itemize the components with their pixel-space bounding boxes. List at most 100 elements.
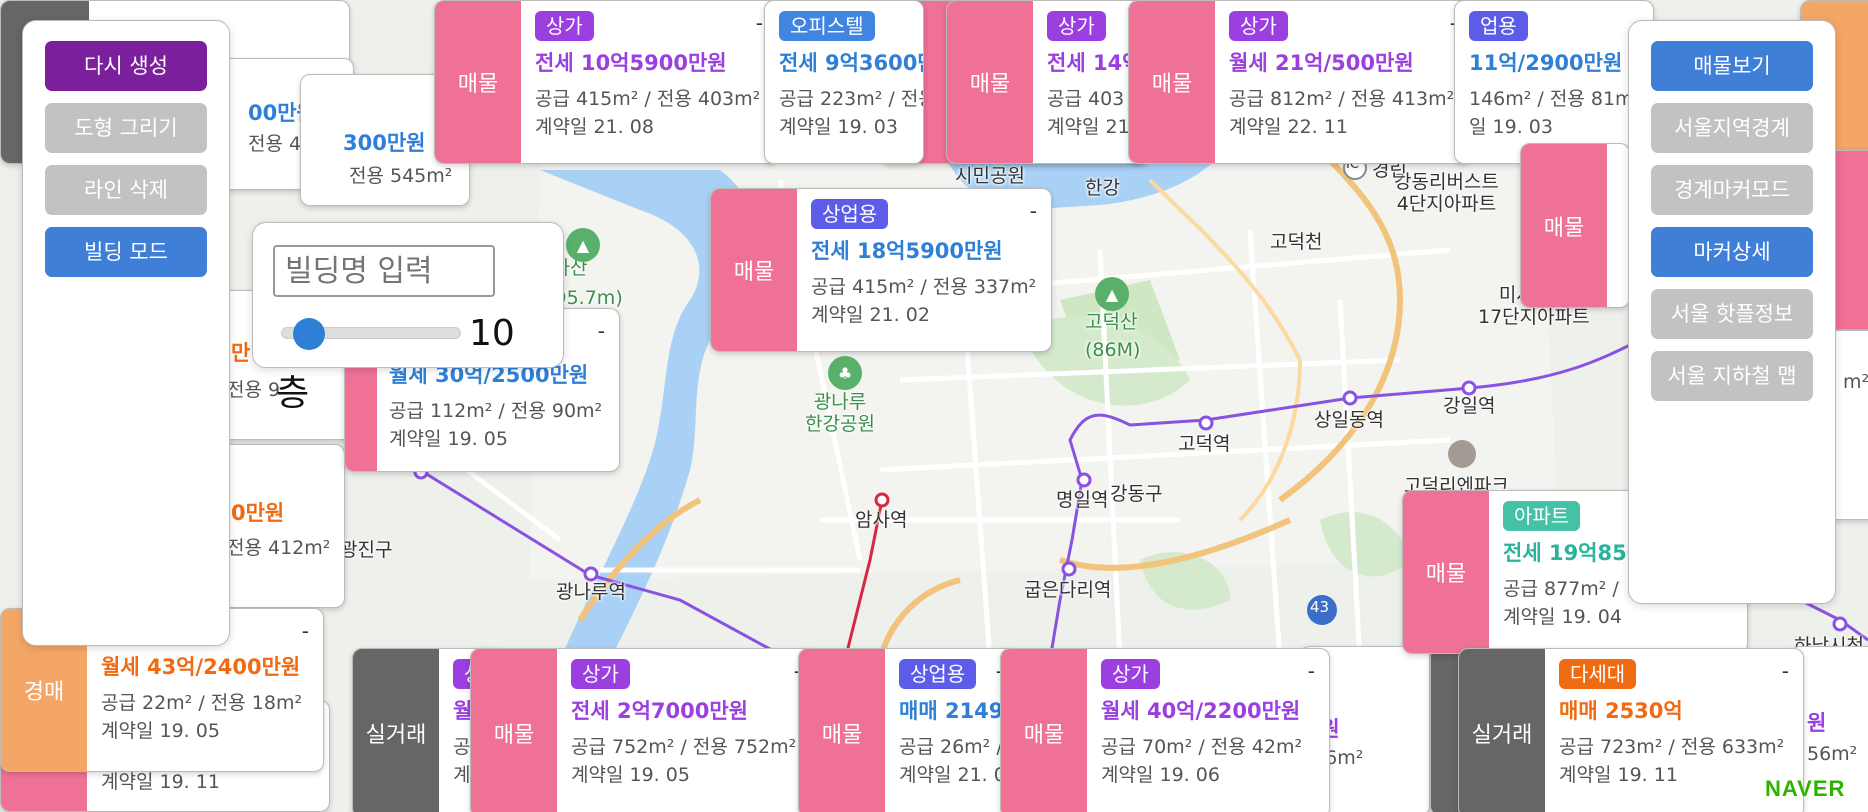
listing-price: 매매 2530억: [1559, 699, 1683, 723]
listing-type-tab: 매물: [947, 1, 1033, 163]
listing-price: 전세 14억: [1047, 51, 1142, 75]
seoul-boundary-button[interactable]: 서울지역경계: [1651, 103, 1813, 153]
station-myeongil[interactable]: 명일역: [1056, 489, 1108, 512]
listing-area: 146m² / 전용 81m: [1469, 88, 1634, 110]
listing-card[interactable]: 매물 상업용 매매 2149억 공급 26m² / 계약일 21. 0 -: [798, 648, 1018, 812]
station-gubeundari[interactable]: 굽은다리역: [1024, 579, 1111, 602]
listing-contract-date: 계약일 19. 05: [389, 428, 508, 450]
floor-slider-track[interactable]: [281, 318, 461, 350]
listing-price: 300만원: [343, 131, 426, 155]
station-godeok[interactable]: 고덕역: [1178, 433, 1230, 456]
listing-area: 공급 223m² / 전용: [779, 88, 924, 110]
building-mode-button[interactable]: 빌딩 모드: [45, 227, 207, 277]
listing-type-label: 매물: [1425, 562, 1467, 587]
collapse-button[interactable]: -: [756, 11, 763, 35]
listing-area: m²: [1843, 371, 1868, 393]
map-label-siminpark: 시민공원: [955, 165, 1025, 187]
station-amsa[interactable]: 암사역: [855, 509, 907, 532]
listing-card[interactable]: 매물 상가 전세 2억7000만원 공급 752m² / 전용 752m² 계약…: [470, 648, 816, 812]
station-sangil[interactable]: 상일동역: [1314, 409, 1384, 432]
listing-price: 월세 21억/500만원: [1229, 51, 1414, 75]
listing-price: 11억/2900만원: [1469, 51, 1623, 75]
listing-card[interactable]: 매물 상가 월세 21억/500만원 공급 812m² / 전용 413m² 계…: [1128, 0, 1472, 164]
listing-card[interactable]: 매물 상업용 전세 18억5900만원 공급 415m² / 전용 337m² …: [710, 188, 1052, 352]
listing-type-label: 매물: [1023, 723, 1065, 748]
floor-slider-thumb[interactable]: [292, 318, 325, 350]
listing-area: 전용 9: [227, 379, 281, 401]
listing-card-partial[interactable]: 매물: [1520, 143, 1630, 308]
map-label-hangang: 한강: [1085, 177, 1120, 199]
listing-contract-date: 계약일 19. 04: [1503, 606, 1622, 628]
listing-contract-date: 일 19. 03: [1469, 116, 1553, 138]
listing-price: 월세 43억/2400만원: [101, 655, 301, 679]
boundary-marker-mode-button[interactable]: 경계마커모드: [1651, 165, 1813, 215]
listing-type-label: 매물: [733, 260, 775, 285]
map-label-godeoksan-height: (86M): [1085, 339, 1141, 361]
listing-price: 전세 18억5900만원: [811, 239, 1003, 263]
listing-type-label: 매물: [821, 723, 863, 748]
road-number-badge: 43: [1310, 598, 1330, 616]
listing-area: 56m²: [1807, 743, 1858, 765]
listing-type-tab: 실거래: [353, 649, 439, 812]
station-gangil[interactable]: 강일역: [1443, 395, 1495, 418]
listing-area: 공급 22m² / 전용 18m²: [101, 692, 303, 714]
regenerate-button[interactable]: 다시 생성: [45, 41, 207, 91]
listing-contract-date: 계약일 19. 03: [779, 116, 898, 138]
listing-type-tab: 매물: [435, 1, 521, 163]
property-type-badge: 상업용: [899, 659, 977, 689]
listing-type-label: 매물: [969, 72, 1011, 97]
property-type-badge: 아파트: [1503, 501, 1581, 531]
listing-card[interactable]: 업용 11억/2900만원 146m² / 전용 81m 일 19. 03: [1454, 0, 1654, 164]
property-type-badge: 상가: [1229, 11, 1288, 41]
listing-price: 만: [231, 341, 251, 365]
map-label-godeoksan: 고덕산: [1085, 311, 1138, 333]
listing-contract-date: 계약일 19. 05: [101, 720, 220, 742]
map-label-gwangnaru-park: 광나루 한강공원: [805, 391, 875, 435]
listing-price: 원: [1807, 711, 1827, 735]
listing-area: 공급 812m² / 전용 413m²: [1229, 88, 1455, 110]
seoul-subway-map-button[interactable]: 서울 지하철 맵: [1651, 351, 1813, 401]
property-type-badge: 상가: [1101, 659, 1160, 689]
map-label-gwangjin-gu: 광진구: [340, 539, 393, 561]
floor-unit-label: 층: [276, 373, 310, 414]
collapse-button[interactable]: -: [1030, 199, 1037, 223]
listing-contract-date: 계약일 21. 0: [899, 764, 1006, 786]
listing-type-label: 실거래: [365, 723, 427, 748]
listing-area: 공급 403: [1047, 88, 1125, 110]
collapse-button[interactable]: -: [1308, 659, 1315, 683]
park-icon: ♣: [828, 356, 862, 390]
listing-card[interactable]: 오피스텔 전세 9억3600만원 공급 223m² / 전용 계약일 19. 0…: [764, 0, 924, 164]
collapse-button[interactable]: -: [1782, 659, 1789, 683]
listing-card[interactable]: 매물 상가 전세 14억 공급 403 계약일 21: [946, 0, 1146, 164]
listing-type-tab: 매물: [1521, 144, 1607, 307]
naver-logo: NAVER: [1765, 776, 1846, 801]
collapse-button[interactable]: -: [598, 319, 605, 343]
listing-contract-date: 계약일 22. 11: [1229, 116, 1348, 138]
listing-type-tab: 매물: [1129, 1, 1215, 163]
seoul-hotplace-button[interactable]: 서울 핫플정보: [1651, 289, 1813, 339]
listing-contract-date: 계약일 19. 11: [1559, 764, 1678, 786]
view-listings-button[interactable]: 매물보기: [1651, 41, 1813, 91]
station-gwangnaru[interactable]: 광나루역: [556, 581, 626, 604]
listing-price: 0만원: [231, 501, 285, 525]
property-type-badge: 업용: [1469, 11, 1528, 41]
listing-area: 전용 412m²: [227, 537, 331, 559]
listing-contract-date: 계약일 19. 06: [1101, 764, 1220, 786]
listing-price: 매매 2149억: [899, 699, 1018, 723]
delete-line-button[interactable]: 라인 삭제: [45, 165, 207, 215]
building-name-input[interactable]: [273, 245, 495, 297]
listing-area: 공급 723m² / 전용 633m²: [1559, 736, 1785, 758]
listing-price: 전세 2억7000만원: [571, 699, 748, 723]
listing-card[interactable]: 매물 상가 월세 40억/2200만원 공급 70m² / 전용 42m² 계약…: [1000, 648, 1330, 812]
listing-type-tab: 매물: [1001, 649, 1087, 812]
listing-card[interactable]: 매물 상가 전세 10억5900만원 공급 415m² / 전용 403m² 계…: [434, 0, 778, 164]
collapse-button[interactable]: -: [302, 619, 309, 643]
property-type-badge: 상가: [571, 659, 630, 689]
right-control-panel: 매물보기 서울지역경계 경계마커모드 마커상세 서울 핫플정보 서울 지하철 맵: [1628, 20, 1836, 604]
property-type-badge: 상업용: [811, 199, 889, 229]
draw-shape-button[interactable]: 도형 그리기: [45, 103, 207, 153]
floor-value: 10: [469, 313, 515, 354]
listing-card[interactable]: 실거래 다세대 매매 2530억 공급 723m² / 전용 633m² 계약일…: [1458, 648, 1804, 812]
marker-detail-button[interactable]: 마커상세: [1651, 227, 1813, 277]
listing-area: 공급 415m² / 전용 403m²: [535, 88, 761, 110]
